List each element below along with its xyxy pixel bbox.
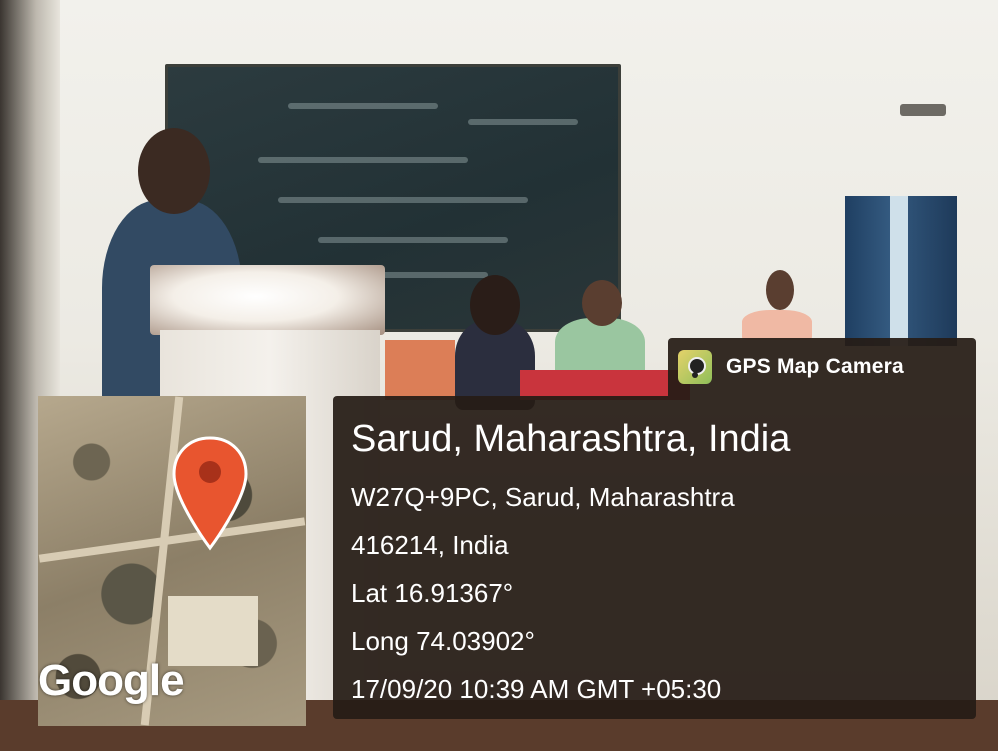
table-cloth-orange [385, 340, 455, 400]
map-pin-icon [172, 436, 248, 551]
address-line-1: W27Q+9PC, Sarud, Maharashtra [351, 482, 735, 512]
podium-top [150, 265, 385, 335]
brand-label: GPS Map Camera [726, 355, 904, 378]
camera-pin-icon [678, 350, 712, 384]
timestamp: 17/09/20 10:39 AM GMT +05:30 [351, 674, 722, 704]
longitude: Long 74.03902° [351, 626, 535, 656]
google-attribution: Google [38, 656, 185, 705]
location-info-panel: Sarud, Maharashtra, India W27Q+9PC, Saru… [333, 396, 976, 719]
latitude: Lat 16.91367° [351, 578, 514, 608]
address-line-2: 416214, India [351, 530, 509, 560]
gps-brand-tab: GPS Map Camera [668, 338, 976, 396]
location-title: Sarud, Maharashtra, India [351, 418, 791, 460]
satellite-map-thumbnail: Google [38, 396, 306, 726]
wall-fixture [900, 104, 946, 116]
